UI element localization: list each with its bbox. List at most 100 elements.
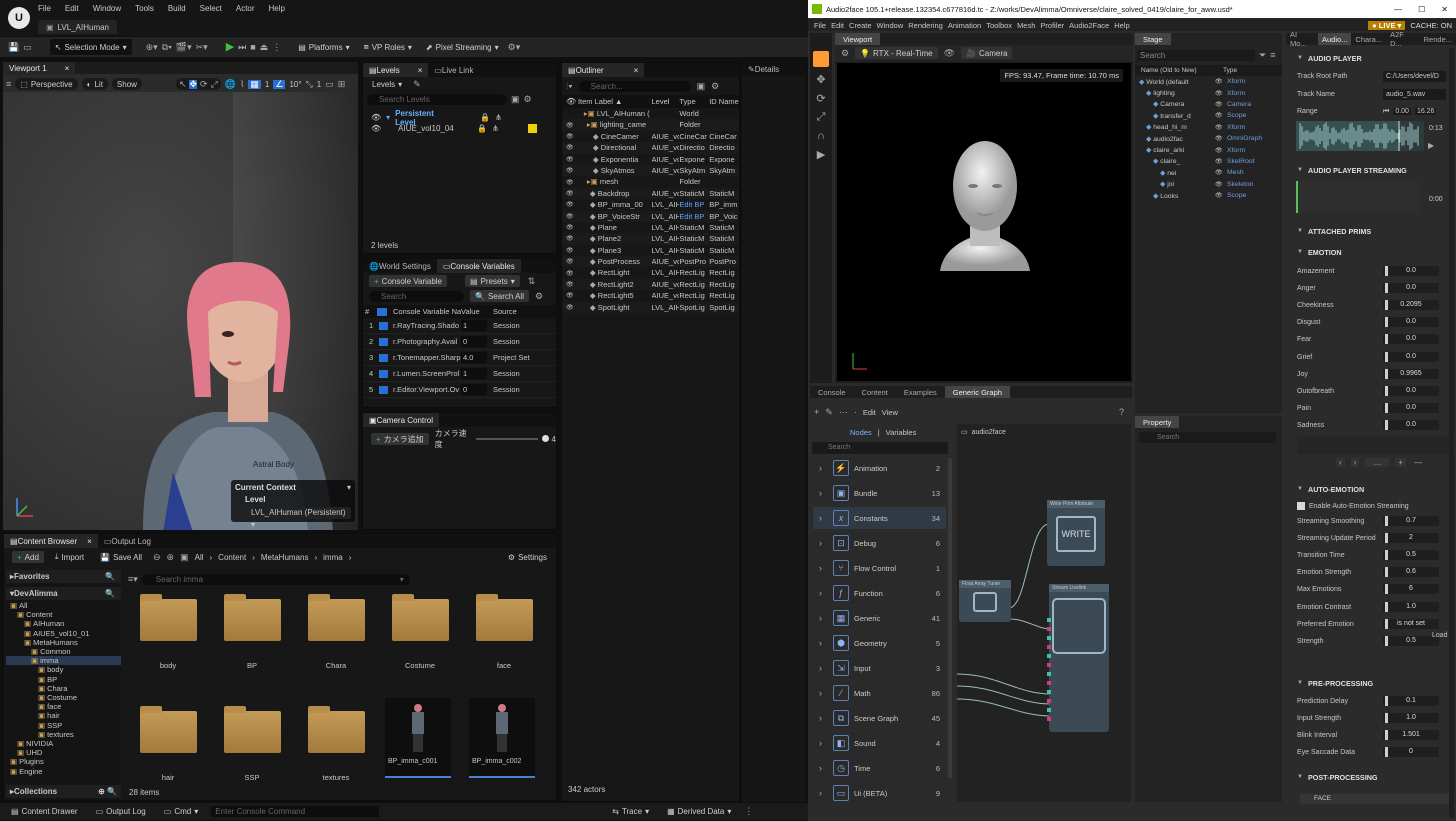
asset-folder[interactable]: Chara xyxy=(305,594,367,674)
play-options-icon[interactable]: ⋮ xyxy=(272,42,281,52)
snap-tool-icon[interactable]: ∩ xyxy=(813,130,829,142)
level-row[interactable]: 👁 ▾ Persistent Level 🔒 ⋔ xyxy=(371,109,556,127)
folder-tree-item[interactable]: ▣ Common xyxy=(6,647,121,656)
setting-slider[interactable]: 0 xyxy=(1383,747,1439,758)
selection-mode-dropdown[interactable]: ↖ Selection Mode ▾ xyxy=(49,39,132,55)
eye-icon[interactable]: 👁 xyxy=(566,156,578,163)
camera-speed-icon[interactable]: ▭ xyxy=(325,79,334,89)
input-pin[interactable] xyxy=(1047,654,1051,658)
menu-file[interactable]: File xyxy=(38,4,51,13)
settings-icon[interactable]: ⚙▾ xyxy=(508,42,521,52)
outliner-row[interactable]: ▸▣ LVL_AIHuman (World xyxy=(562,108,739,119)
eye-icon[interactable]: 👁 xyxy=(566,97,578,106)
levels-tab[interactable]: ▤ Levels × xyxy=(363,63,429,77)
property-tab[interactable]: Property xyxy=(1135,416,1180,428)
eject-icon[interactable]: ⏏ xyxy=(260,42,269,52)
eye-icon[interactable]: 👁 xyxy=(566,224,578,231)
eye-icon[interactable]: 👁 xyxy=(566,270,578,277)
folder-tree-item[interactable]: ▣ Engine xyxy=(6,767,121,776)
column-header[interactable]: Item Label ▲ xyxy=(578,96,652,107)
outliner-row[interactable]: 👁 ◆ Plane2 LVL_AIH StaticM StaticM xyxy=(562,233,739,245)
menu-window[interactable]: Window xyxy=(877,21,904,30)
setting-slider[interactable]: 2 xyxy=(1383,533,1439,544)
setting-slider[interactable]: 0.5 xyxy=(1383,635,1439,646)
settings-icon[interactable]: ⚙ xyxy=(524,94,532,104)
eye-icon[interactable]: 👁 xyxy=(371,124,381,133)
setting-slider[interactable]: 0.2095 xyxy=(1383,300,1439,311)
menu-tools[interactable]: Tools xyxy=(135,4,154,13)
input-pin[interactable] xyxy=(1047,636,1051,640)
tab-content[interactable]: Content xyxy=(854,386,896,398)
setting-slider[interactable]: 0.7 xyxy=(1383,516,1439,526)
load-button[interactable]: Load xyxy=(1432,632,1448,639)
chevron-right-icon[interactable]: › xyxy=(819,763,822,773)
viewport-menu-icon[interactable]: ≡ xyxy=(6,79,11,89)
folder-tree-item[interactable]: ▣ NIVIDIA xyxy=(6,739,121,748)
auto-emotion-section[interactable]: AUTO-EMOTION xyxy=(1292,482,1450,496)
slider-handle[interactable] xyxy=(541,435,549,442)
nodes-tab[interactable]: Nodes xyxy=(850,428,872,437)
chevron-down-icon[interactable]: ▾ xyxy=(347,483,351,492)
asset-folder[interactable]: Costume xyxy=(389,594,451,674)
search-all-button[interactable]: 🔍 Search All xyxy=(470,290,529,302)
menu-build[interactable]: Build xyxy=(168,4,186,13)
trace-button[interactable]: ⇆ Trace ▾ xyxy=(607,804,654,820)
eye-icon[interactable]: 👁 xyxy=(566,122,578,129)
eye-icon[interactable]: 👁 xyxy=(1215,192,1227,199)
folder-tree-item[interactable]: ▣ AIUE5_vol10_01 xyxy=(6,629,121,638)
graph-edit-menu[interactable]: Edit xyxy=(863,408,876,417)
search-icon[interactable]: 🔍 xyxy=(105,589,115,598)
variable-value-input[interactable]: 0 xyxy=(461,383,487,396)
render-mode-button[interactable]: 💡 RTX - Real-Time xyxy=(855,47,938,59)
enable-auto-emotion-checkbox[interactable] xyxy=(1297,502,1305,510)
menu-rendering[interactable]: Rendering xyxy=(908,21,943,30)
column-header[interactable]: Type xyxy=(1223,67,1237,74)
setting-slider[interactable]: 0.0 xyxy=(1383,317,1439,328)
close-icon[interactable]: × xyxy=(634,66,639,75)
setting-slider[interactable]: 0.0 xyxy=(1383,385,1439,396)
asset-folder[interactable]: SSP xyxy=(221,706,283,786)
column-header[interactable]: Source xyxy=(493,306,533,317)
stage-tree-row[interactable]: ◆ joi 👁 Skeleton xyxy=(1135,179,1282,190)
audio-streaming-section[interactable]: AUDIO PLAYER STREAMING xyxy=(1292,163,1450,177)
output-log-tab[interactable]: ▭ Output Log xyxy=(98,534,157,548)
folder-tree-item[interactable]: ▣ All xyxy=(6,601,121,610)
chevron-right-icon[interactable]: › xyxy=(819,613,822,623)
asset-folder[interactable]: face xyxy=(473,594,535,674)
save-all-button[interactable]: 💾 Save All xyxy=(95,549,147,565)
eye-icon[interactable]: 👁 xyxy=(566,167,578,174)
back-icon[interactable]: ⊖ xyxy=(153,552,161,562)
select-tool-icon[interactable]: ↖ xyxy=(179,79,187,89)
grid-snap-value[interactable]: 1 xyxy=(265,80,269,89)
setting-slider[interactable]: 1.0 xyxy=(1383,713,1439,724)
preprocessing-section[interactable]: PRE-PROCESSING xyxy=(1292,676,1450,690)
viewport-settings-icon[interactable]: ⚙ xyxy=(841,48,849,58)
menu-help[interactable]: Help xyxy=(1114,21,1129,30)
node-list-scrollbar[interactable] xyxy=(948,458,952,778)
row-checkbox[interactable] xyxy=(379,337,388,346)
menu-file[interactable]: File xyxy=(814,21,826,30)
range-end-input[interactable]: 16.26 xyxy=(1414,108,1437,115)
chevron-right-icon[interactable]: › xyxy=(819,563,822,573)
filter-icon[interactable]: ⏷ xyxy=(1259,50,1266,60)
node-category[interactable]: › ⧉ Scene Graph 45 xyxy=(813,707,946,729)
share-icon[interactable]: ⋔ xyxy=(492,124,499,133)
eye-icon[interactable]: 👁 xyxy=(566,179,578,186)
perspective-button[interactable]: ⬚ Perspective xyxy=(15,78,78,90)
input-pin[interactable] xyxy=(1047,708,1051,712)
maximize-icon[interactable]: ⊞ xyxy=(338,79,346,89)
levels-search-input[interactable]: Search Levels xyxy=(367,93,507,105)
variables-tab[interactable]: Variables xyxy=(886,428,917,437)
camera-control-tab[interactable]: ▣ Camera Control xyxy=(363,413,440,427)
filter-icon[interactable]: ≡▾ xyxy=(128,574,138,584)
outliner-row[interactable]: 👁 ◆ CineCamer AIUE_vc CineCar CineCar xyxy=(562,131,739,142)
eye-icon[interactable]: 👁 xyxy=(1215,181,1227,188)
folder-tree-item[interactable]: ▣ hair xyxy=(6,711,121,720)
show-button[interactable]: Show xyxy=(111,78,142,90)
outliner-tab[interactable]: ▤ Outliner × xyxy=(562,63,645,77)
asset-folder[interactable]: body xyxy=(137,594,199,674)
filter-icon[interactable]: ⇅ xyxy=(528,276,536,286)
cmd-dropdown[interactable]: ▭ Cmd ▾ xyxy=(159,804,203,820)
world-local-icon[interactable]: 🌐 xyxy=(225,79,236,89)
outliner-row[interactable]: 👁 ◆ Directional AIUE_vc Directio Directio xyxy=(562,142,739,154)
